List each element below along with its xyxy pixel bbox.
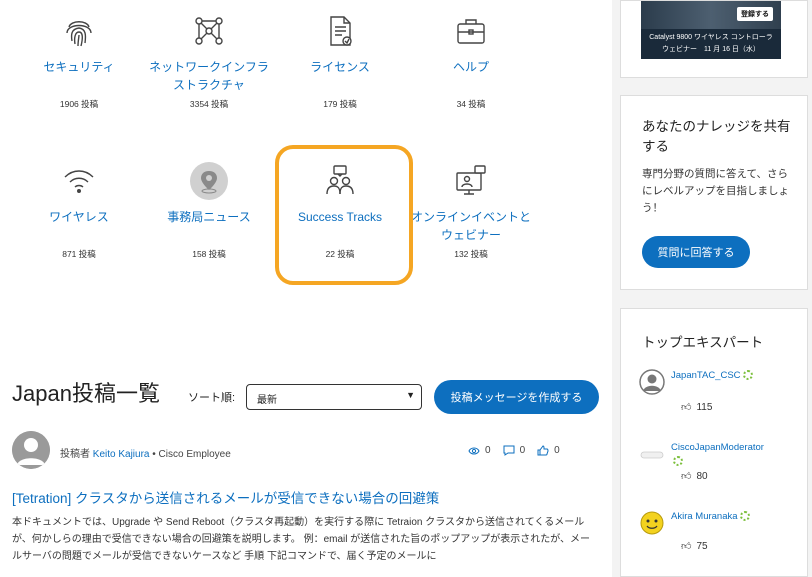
category-security[interactable]: セキュリティ 1906 投稿 — [14, 10, 144, 110]
sort-select[interactable]: 最新 ▼ — [246, 384, 422, 410]
expert-likes: 👍︎ 115 — [681, 401, 713, 414]
category-wireless[interactable]: ワイヤレス 871 投稿 — [14, 160, 144, 260]
comment-icon — [503, 445, 515, 456]
page-title: Japan投稿一覧 — [12, 381, 160, 406]
category-name[interactable]: セキュリティ — [14, 58, 144, 94]
rank-badge-icon — [739, 511, 750, 522]
post-count: 1906 投稿 — [59, 99, 99, 109]
fingerprint-icon — [14, 10, 144, 52]
banner-line-2: ウェビナー 11 月 16 日（水） — [662, 46, 760, 53]
category-name[interactable]: ライセンス — [275, 58, 405, 94]
thumbs-up-icon: 👍︎ — [681, 402, 692, 413]
thumbs-up-icon: 👍︎ — [681, 541, 692, 552]
post-stats: 0 0 0 — [468, 445, 560, 456]
sidebar: 登録する Catalyst 9800 ワイヤレス コントローラ ウェビナー 11… — [612, 0, 812, 577]
network-icon — [144, 10, 274, 52]
category-network-infrastructure[interactable]: ネットワークインフラストラクチャ 3354 投稿 — [144, 10, 274, 110]
post-count: 871 投稿 — [62, 249, 96, 259]
banner-line-1: Catalyst 9800 ワイヤレス コントローラ — [649, 34, 773, 41]
answer-questions-button[interactable]: 質問に回答する — [642, 236, 750, 268]
by-prefix: 投稿者 — [60, 449, 90, 460]
rank-badge-icon — [742, 370, 753, 381]
post-count: 132 投稿 — [454, 249, 488, 259]
top-experts-title: トップエキスパート — [642, 335, 764, 350]
category-news[interactable]: 事務局ニュース 158 投稿 — [144, 160, 274, 260]
thumbs-up-icon: 👍︎ — [681, 471, 692, 482]
author-link[interactable]: Keito Kajiura — [93, 449, 150, 460]
category-name[interactable]: 事務局ニュース — [144, 208, 274, 244]
knowledge-text: 専門分野の質問に答えて、さらにレベルアップを目指しましょう！ — [642, 168, 789, 214]
online-event-icon — [406, 160, 536, 202]
wifi-icon — [14, 160, 144, 202]
post-excerpt: 本ドキュメントでは、Upgrade や Send Reboot（クラスタ再起動）… — [12, 517, 591, 562]
highlight-frame — [275, 145, 413, 285]
category-name[interactable]: オンラインイベントとウェビナー — [406, 208, 536, 244]
post-title-link[interactable]: [Tetration] クラスタから送信されるメールが受信できない場合の回避策 — [12, 487, 439, 507]
post-count: 3354 投稿 — [189, 99, 229, 109]
category-help[interactable]: ヘルプ 34 投稿 — [406, 10, 536, 110]
rank-badge-icon — [673, 456, 683, 467]
expert-name-link[interactable]: JapanTAC_CSC — [671, 369, 766, 383]
create-post-button[interactable]: 投稿メッセージを作成する — [434, 380, 599, 414]
category-name[interactable]: ネットワークインフラストラクチャ — [144, 58, 274, 94]
category-online-events[interactable]: オンラインイベントとウェビナー 132 投稿 — [406, 160, 536, 260]
expert-name-link[interactable]: Akira Muranaka — [671, 510, 766, 524]
post-byline: 投稿者 Keito Kajiura • Cisco Employee — [60, 445, 231, 460]
register-button[interactable]: 登録する — [737, 7, 773, 21]
comments-stat[interactable]: 0 — [503, 445, 526, 456]
location-pin-icon — [144, 160, 274, 202]
briefcase-icon — [406, 10, 536, 52]
category-license[interactable]: ライセンス 179 投稿 — [275, 10, 405, 110]
knowledge-title: あなたのナレッジを共有する — [642, 119, 791, 154]
post-count: 158 投稿 — [192, 249, 226, 259]
avatar[interactable] — [639, 369, 665, 395]
category-name[interactable]: ヘルプ — [406, 58, 536, 94]
likes-stat[interactable]: 0 — [537, 445, 560, 456]
thumbs-up-icon — [537, 445, 549, 456]
avatar[interactable] — [12, 431, 50, 469]
license-document-icon — [275, 10, 405, 52]
expert-likes: 👍︎ 80 — [681, 470, 708, 483]
avatar[interactable] — [639, 441, 665, 467]
category-name[interactable]: ワイヤレス — [14, 208, 144, 244]
post-count: 34 投稿 — [456, 99, 486, 109]
eye-icon — [468, 447, 480, 454]
comments-count: 0 — [519, 445, 526, 456]
views-stat: 0 — [468, 445, 491, 456]
likes-count: 0 — [554, 445, 560, 456]
chevron-down-icon: ▼ — [406, 390, 415, 400]
author-role: • Cisco Employee — [152, 449, 231, 460]
top-experts-card: トップエキスパート JapanTAC_CSC 👍︎ 115 CiscoJapan… — [620, 308, 808, 577]
event-banner-card: 登録する Catalyst 9800 ワイヤレス コントローラ ウェビナー 11… — [620, 0, 808, 78]
views-count: 0 — [485, 445, 491, 456]
expert-name-link[interactable]: CiscoJapanModerator — [671, 441, 766, 469]
post-count: 179 投稿 — [323, 99, 357, 109]
event-banner[interactable]: 登録する Catalyst 9800 ワイヤレス コントローラ ウェビナー 11… — [641, 1, 781, 59]
main-content: セキュリティ 1906 投稿 ネットワークインフラストラクチャ 3354 投稿 … — [0, 0, 612, 577]
avatar[interactable] — [639, 510, 665, 536]
sort-value: 最新 — [257, 395, 277, 406]
expert-likes: 👍︎ 75 — [681, 540, 708, 553]
knowledge-card: あなたのナレッジを共有する 専門分野の質問に答えて、さらにレベルアップを目指しま… — [620, 95, 808, 290]
sort-label: ソート順: — [188, 392, 236, 404]
